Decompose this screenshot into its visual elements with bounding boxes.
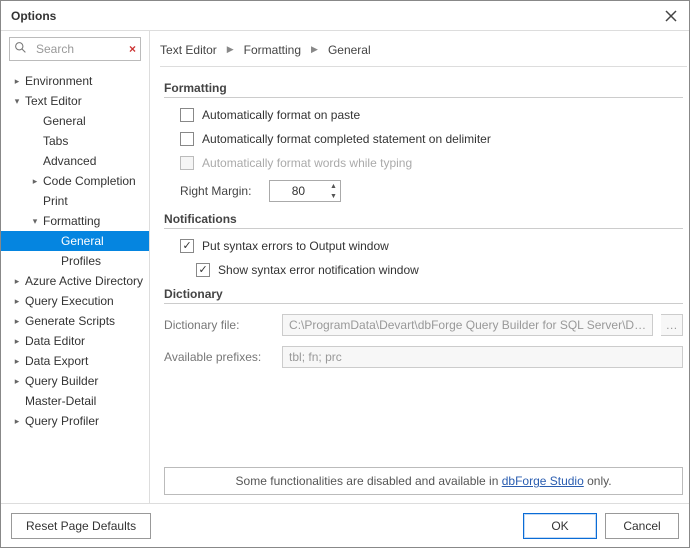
- right-margin-value: 80: [270, 184, 326, 198]
- chevron-right-icon: ▶: [311, 44, 318, 55]
- tree-node-label: Azure Active Directory: [25, 274, 143, 288]
- tree-node[interactable]: ▸Query Builder: [1, 371, 149, 391]
- spin-up-icon[interactable]: ▲: [326, 181, 340, 191]
- close-icon[interactable]: [661, 6, 681, 26]
- tree-node[interactable]: ▸Data Export: [1, 351, 149, 371]
- chevron-right-icon: ▶: [227, 44, 234, 55]
- checkbox-auto-paste[interactable]: [180, 108, 194, 122]
- label-syntax-popup: Show syntax error notification window: [218, 263, 419, 277]
- breadcrumb-item[interactable]: Formatting: [244, 43, 301, 57]
- tree-node-label: Text Editor: [25, 94, 82, 108]
- tree-node-label: General: [43, 114, 86, 128]
- tree-node-label: Data Editor: [25, 334, 85, 348]
- tree-node[interactable]: General: [1, 111, 149, 131]
- tree-node-label: Query Execution: [25, 294, 114, 308]
- group-title-formatting: Formatting: [164, 81, 683, 98]
- nav-tree: ▸Environment▾Text EditorGeneralTabsAdvan…: [1, 67, 149, 503]
- tree-node-label: Print: [43, 194, 68, 208]
- chevron-right-icon[interactable]: ▸: [11, 336, 23, 347]
- tree-node[interactable]: ▸Data Editor: [1, 331, 149, 351]
- tree-node[interactable]: Tabs: [1, 131, 149, 151]
- tree-node-label: Data Export: [25, 354, 88, 368]
- chevron-down-icon[interactable]: ▾: [11, 96, 23, 107]
- right-margin-spinner[interactable]: 80 ▲ ▼: [269, 180, 341, 202]
- search-field[interactable]: ×: [9, 37, 141, 61]
- label-auto-paste: Automatically format on paste: [202, 108, 360, 122]
- chevron-right-icon[interactable]: ▸: [11, 296, 23, 307]
- tree-node[interactable]: ▸Query Profiler: [1, 411, 149, 431]
- tree-node[interactable]: General: [1, 231, 149, 251]
- window-title: Options: [11, 9, 661, 23]
- search-icon: [14, 41, 27, 57]
- tree-node[interactable]: Advanced: [1, 151, 149, 171]
- tree-node-label: Profiles: [61, 254, 101, 268]
- label-right-margin: Right Margin:: [180, 184, 251, 198]
- banner-text: Some functionalities are disabled and av…: [236, 474, 502, 488]
- search-input[interactable]: [34, 41, 118, 57]
- tree-node-label: Code Completion: [43, 174, 136, 188]
- checkbox-syntax-popup[interactable]: ✓: [196, 263, 210, 277]
- chevron-right-icon[interactable]: ▸: [11, 356, 23, 367]
- spin-down-icon[interactable]: ▼: [326, 191, 340, 201]
- chevron-right-icon[interactable]: ▸: [29, 176, 41, 187]
- chevron-right-icon[interactable]: ▸: [11, 76, 23, 87]
- disabled-features-banner: Some functionalities are disabled and av…: [164, 467, 683, 495]
- tree-node[interactable]: Profiles: [1, 251, 149, 271]
- tree-node-label: General: [61, 234, 104, 248]
- chevron-down-icon[interactable]: ▾: [29, 216, 41, 227]
- group-title-notifications: Notifications: [164, 212, 683, 229]
- label-dictionary-file: Dictionary file:: [164, 318, 274, 332]
- checkbox-auto-delimiter[interactable]: [180, 132, 194, 146]
- checkbox-auto-typing: [180, 156, 194, 170]
- tree-node-label: Environment: [25, 74, 92, 88]
- banner-text-suffix: only.: [584, 474, 612, 488]
- tree-node-label: Formatting: [43, 214, 100, 228]
- tree-node-label: Query Builder: [25, 374, 98, 388]
- ok-button[interactable]: OK: [523, 513, 597, 539]
- tree-node-label: Query Profiler: [25, 414, 99, 428]
- tree-node[interactable]: ▸Generate Scripts: [1, 311, 149, 331]
- group-title-dictionary: Dictionary: [164, 287, 683, 304]
- chevron-right-icon[interactable]: ▸: [11, 416, 23, 427]
- cancel-button[interactable]: Cancel: [605, 513, 679, 539]
- tree-node[interactable]: ▸Code Completion: [1, 171, 149, 191]
- tree-node[interactable]: ▸Environment: [1, 71, 149, 91]
- breadcrumb-item[interactable]: General: [328, 43, 371, 57]
- tree-node[interactable]: ▸Azure Active Directory: [1, 271, 149, 291]
- tree-node-label: Master-Detail: [25, 394, 96, 408]
- clear-search-icon[interactable]: ×: [129, 42, 136, 56]
- tree-node-label: Advanced: [43, 154, 96, 168]
- breadcrumb-item[interactable]: Text Editor: [160, 43, 217, 57]
- checkbox-syntax-output[interactable]: ✓: [180, 239, 194, 253]
- chevron-right-icon[interactable]: ▸: [11, 316, 23, 327]
- dictionary-file-field: C:\ProgramData\Devart\dbForge Query Buil…: [282, 314, 653, 336]
- dbforge-studio-link[interactable]: dbForge Studio: [502, 474, 584, 488]
- available-prefixes-field: tbl; fn; prc: [282, 346, 683, 368]
- tree-node-label: Tabs: [43, 134, 68, 148]
- label-syntax-output: Put syntax errors to Output window: [202, 239, 389, 253]
- tree-node[interactable]: ▾Formatting: [1, 211, 149, 231]
- tree-node[interactable]: Print: [1, 191, 149, 211]
- reset-defaults-button[interactable]: Reset Page Defaults: [11, 513, 151, 539]
- chevron-right-icon[interactable]: ▸: [11, 276, 23, 287]
- label-auto-delimiter: Automatically format completed statement…: [202, 132, 491, 146]
- breadcrumb: Text Editor ▶ Formatting ▶ General: [160, 37, 687, 67]
- label-auto-typing: Automatically format words while typing: [202, 156, 412, 170]
- label-available-prefixes: Available prefixes:: [164, 350, 274, 364]
- chevron-right-icon[interactable]: ▸: [11, 376, 23, 387]
- tree-node[interactable]: Master-Detail: [1, 391, 149, 411]
- tree-node[interactable]: ▾Text Editor: [1, 91, 149, 111]
- tree-node[interactable]: ▸Query Execution: [1, 291, 149, 311]
- tree-node-label: Generate Scripts: [25, 314, 115, 328]
- browse-button: …: [661, 314, 683, 336]
